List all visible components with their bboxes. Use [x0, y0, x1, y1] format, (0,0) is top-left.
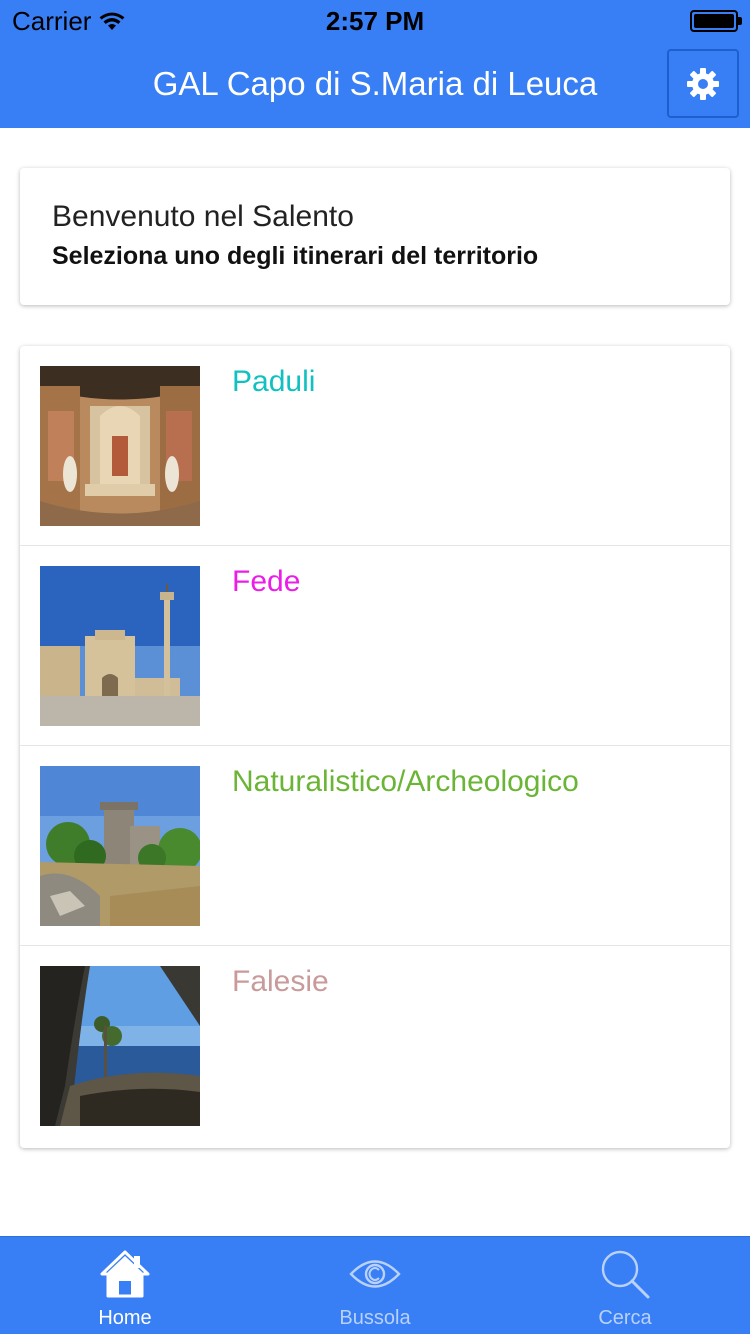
welcome-subtitle: Seleziona uno degli itinerari del territ…	[52, 242, 539, 270]
tab-label: Bussola	[339, 1307, 411, 1329]
status-time: 2:57 PM	[325, 6, 425, 36]
sea-cliffs-photo	[40, 966, 200, 1126]
tab-home[interactable]: Home	[0, 1237, 250, 1334]
home-icon	[75, 1247, 175, 1301]
itinerary-item-naturalistico[interactable]: Naturalistico/Archeologico	[20, 746, 730, 946]
itinerary-item-falesie[interactable]: Falesie	[20, 946, 730, 1146]
tab-cerca[interactable]: Cerca	[500, 1237, 750, 1334]
page-title: GAL Capo di S.Maria di Leuca	[152, 65, 598, 102]
eye-icon	[325, 1247, 425, 1301]
basilica-column-photo	[40, 566, 200, 726]
battery-icon	[690, 10, 742, 32]
itinerary-label: Fede	[232, 565, 301, 598]
chapel-frescoes-photo	[40, 366, 200, 526]
search-icon	[575, 1247, 675, 1301]
tab-label: Cerca	[598, 1307, 652, 1329]
tower-ruins-photo	[40, 766, 200, 926]
header-bar: Carrier 2:57 PM GAL Capo di S.Maria di L…	[0, 0, 750, 128]
itinerary-item-fede[interactable]: Fede	[20, 546, 730, 746]
settings-button[interactable]	[667, 49, 739, 118]
itinerary-label: Paduli	[232, 365, 316, 398]
itinerary-label: Falesie	[232, 965, 329, 998]
gear-icon	[687, 67, 719, 100]
tab-label: Home	[98, 1307, 152, 1329]
itinerary-item-paduli[interactable]: Paduli	[20, 346, 730, 546]
tab-bar: Home Bussola Cerca	[0, 1236, 750, 1334]
tab-bussola[interactable]: Bussola	[250, 1237, 500, 1334]
itinerary-label: Naturalistico/Archeologico	[232, 765, 579, 798]
welcome-card: Benvenuto nel Salento Seleziona uno degl…	[20, 168, 730, 305]
welcome-title: Benvenuto nel Salento	[52, 200, 354, 233]
itinerary-list: Paduli Fede Naturalistico/Archeologico F…	[20, 346, 730, 1148]
status-bar: Carrier 2:57 PM	[0, 0, 750, 40]
